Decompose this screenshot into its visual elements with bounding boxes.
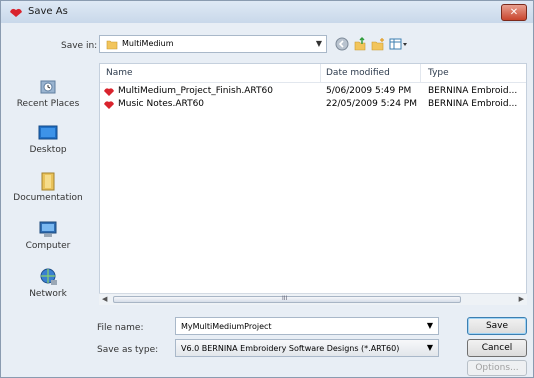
scroll-right-icon[interactable]: ▶	[519, 295, 524, 303]
horizontal-scrollbar[interactable]: ◀ III ▶	[99, 293, 527, 305]
save-button[interactable]: Save	[467, 317, 527, 335]
app-icon	[10, 8, 22, 17]
file-list[interactable]: Name Date modified Type MultiMedium_Proj…	[99, 63, 527, 303]
place-computer[interactable]: Computer	[1, 219, 95, 251]
art60-file-icon	[104, 88, 114, 96]
file-date: 22/05/2009 5:24 PM	[326, 99, 417, 109]
save-as-dialog: Save As ✕ Save in: MultiMedium ▼ Recent …	[0, 0, 534, 378]
window-title: Save As	[28, 6, 68, 17]
recent-places-icon	[40, 80, 56, 94]
column-header-type[interactable]: Type	[428, 68, 449, 78]
network-icon	[40, 268, 57, 285]
save-in-label: Save in:	[61, 41, 98, 51]
header-divider	[100, 82, 526, 83]
place-label: Desktop	[29, 145, 67, 155]
place-label: Network	[29, 289, 67, 299]
file-row[interactable]: MultiMedium_Project_Finish.ART60 5/06/20…	[100, 86, 526, 98]
new-folder-icon[interactable]	[371, 37, 385, 51]
place-network[interactable]: Network	[1, 267, 95, 299]
place-desktop[interactable]: Desktop	[1, 123, 95, 155]
place-label: Computer	[25, 241, 71, 251]
art60-file-icon	[104, 101, 114, 109]
place-recent-places[interactable]: Recent Places	[1, 77, 95, 109]
column-header-name[interactable]: Name	[106, 68, 133, 78]
options-button[interactable]: Options...	[467, 360, 527, 376]
save-as-type-label: Save as type:	[97, 345, 159, 355]
close-button[interactable]: ✕	[501, 4, 527, 21]
place-label: Recent Places	[16, 99, 80, 109]
file-row[interactable]: Music Notes.ART60 22/05/2009 5:24 PM BER…	[100, 99, 526, 111]
column-separator[interactable]	[420, 64, 421, 82]
file-type: BERNINA Embroid...	[428, 86, 518, 96]
back-icon[interactable]	[335, 37, 349, 51]
column-separator[interactable]	[320, 64, 321, 82]
scroll-left-icon[interactable]: ◀	[102, 295, 107, 303]
file-type: BERNINA Embroid...	[428, 99, 518, 109]
file-name-label: File name:	[97, 323, 144, 333]
scrollbar-grip: III	[282, 295, 288, 302]
chevron-down-icon: ▼	[315, 39, 322, 48]
folder-icon	[106, 40, 118, 50]
scrollbar-thumb[interactable]: III	[113, 295, 461, 303]
computer-icon	[39, 221, 57, 237]
chevron-down-icon[interactable]: ▼	[427, 321, 433, 330]
up-folder-icon[interactable]	[353, 37, 367, 51]
file-name: MultiMedium_Project_Finish.ART60	[118, 86, 273, 96]
file-name: Music Notes.ART60	[118, 99, 205, 109]
save-as-type-dropdown[interactable]: V6.0 BERNINA Embroidery Software Designs…	[175, 339, 439, 357]
save-in-value: MultiMedium	[122, 39, 174, 48]
place-label: Documentation	[13, 193, 83, 203]
title-bar: Save As ✕	[1, 1, 533, 23]
chevron-down-icon[interactable]: ▼	[427, 343, 433, 352]
save-in-dropdown[interactable]: MultiMedium ▼	[99, 35, 327, 53]
file-name-value: MyMultiMediumProject	[181, 322, 272, 331]
save-as-type-value: V6.0 BERNINA Embroidery Software Designs…	[181, 344, 400, 353]
places-bar: Recent Places Desktop Documentation Comp…	[1, 61, 95, 333]
views-menu-icon[interactable]	[389, 37, 409, 51]
file-date: 5/06/2009 5:49 PM	[326, 86, 412, 96]
cancel-button[interactable]: Cancel	[467, 339, 527, 357]
column-header-date-modified[interactable]: Date modified	[326, 68, 390, 78]
documentation-icon	[41, 172, 55, 191]
file-name-field[interactable]: MyMultiMediumProject ▼	[175, 317, 439, 335]
desktop-icon	[38, 125, 58, 140]
place-documentation[interactable]: Documentation	[1, 171, 95, 203]
